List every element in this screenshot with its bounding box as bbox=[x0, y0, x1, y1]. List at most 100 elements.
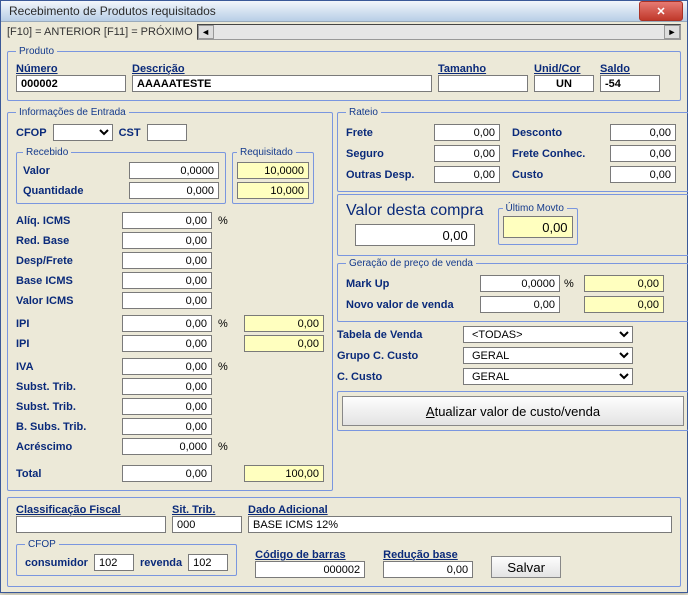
codbarras-input[interactable] bbox=[255, 561, 365, 578]
tamanho-label: Tamanho bbox=[438, 63, 528, 75]
info-legend: Informações de Entrada bbox=[16, 107, 129, 118]
window-title: Recebimento de Produtos requisitados bbox=[9, 4, 216, 18]
novo-y bbox=[584, 296, 664, 313]
descricao-label: Descrição bbox=[132, 63, 432, 75]
markup-input[interactable] bbox=[480, 275, 560, 292]
geracao-preco-group: Geração de preço de venda Mark Up % Novo… bbox=[337, 258, 688, 322]
iva-input[interactable] bbox=[122, 358, 212, 375]
outras-input[interactable] bbox=[434, 166, 500, 183]
cst-label: CST bbox=[119, 127, 141, 139]
consumidor-input[interactable] bbox=[94, 554, 134, 571]
unidcor-input[interactable] bbox=[534, 75, 594, 92]
desconto-label: Desconto bbox=[512, 127, 602, 139]
numero-label: Número bbox=[16, 63, 126, 75]
sittrib-input[interactable] bbox=[172, 516, 242, 533]
ipi-val-input[interactable] bbox=[122, 335, 212, 352]
valor-compra-group: Valor desta compra Último Movto bbox=[337, 194, 688, 256]
subst2-label: Subst. Trib. bbox=[16, 401, 116, 413]
pct-1: % bbox=[218, 215, 238, 227]
info-entrada-group: Informações de Entrada CFOP CST Recebido… bbox=[7, 107, 333, 491]
ipi-pct-input[interactable] bbox=[122, 315, 212, 332]
saldo-label: Saldo bbox=[600, 63, 660, 75]
frete-label: Frete bbox=[346, 127, 426, 139]
classif-input[interactable] bbox=[16, 516, 166, 533]
redbase-input[interactable] bbox=[122, 232, 212, 249]
atualizar-button[interactable]: AAtualizar valor de custo/vendatualizar … bbox=[342, 396, 684, 426]
valor-compra-title: Valor desta compra bbox=[346, 202, 484, 220]
quantidade-input[interactable] bbox=[129, 182, 219, 199]
tamanho-input[interactable] bbox=[438, 75, 528, 92]
novo-input[interactable] bbox=[480, 296, 560, 313]
sittrib-label: Sit. Trib. bbox=[172, 504, 242, 516]
redbase-label: Red. Base bbox=[16, 235, 116, 247]
produto-group: Produto Número Descrição Tamanho Unid/Co… bbox=[7, 46, 681, 101]
acresc-label: Acréscimo bbox=[16, 441, 116, 453]
horizontal-scrollbar[interactable]: ◄ ► bbox=[197, 24, 681, 40]
ccusto-select[interactable]: GERAL bbox=[463, 368, 633, 385]
iva-label: IVA bbox=[16, 361, 116, 373]
subst1-input[interactable] bbox=[122, 378, 212, 395]
ipi-pct-label: IPI bbox=[16, 318, 116, 330]
close-button[interactable]: ✕ bbox=[639, 1, 683, 21]
baseicms-input[interactable] bbox=[122, 272, 212, 289]
dado-input[interactable] bbox=[248, 516, 672, 533]
grupo-ccusto-label: Grupo C. Custo bbox=[337, 350, 457, 362]
valor-compra-input[interactable] bbox=[355, 224, 475, 246]
salvar-button[interactable]: Salvar bbox=[491, 556, 561, 578]
freteconhec-input[interactable] bbox=[610, 145, 676, 162]
unidcor-label: Unid/Cor bbox=[534, 63, 594, 75]
quantidade-label: Quantidade bbox=[23, 185, 123, 197]
cst-input[interactable] bbox=[147, 124, 187, 141]
saldo-input[interactable] bbox=[600, 75, 660, 92]
numero-input[interactable] bbox=[16, 75, 126, 92]
ipi-y1 bbox=[244, 315, 324, 332]
desconto-input[interactable] bbox=[610, 124, 676, 141]
subst1-label: Subst. Trib. bbox=[16, 381, 116, 393]
produto-legend: Produto bbox=[16, 46, 57, 57]
cfop-label: CFOP bbox=[16, 127, 47, 139]
ipi-val-label: IPI bbox=[16, 338, 116, 350]
revenda-input[interactable] bbox=[188, 554, 228, 571]
frete-input[interactable] bbox=[434, 124, 500, 141]
scroll-right-icon[interactable]: ► bbox=[664, 25, 680, 39]
rateio-group: Rateio Frete Desconto Seguro Frete Conhe… bbox=[337, 107, 688, 192]
valoricms-input[interactable] bbox=[122, 292, 212, 309]
seguro-input[interactable] bbox=[434, 145, 500, 162]
seguro-label: Seguro bbox=[346, 148, 426, 160]
baseicms-label: Base ICMS bbox=[16, 275, 116, 287]
nav-hint: [F10] = ANTERIOR [F11] = PRÓXIMO bbox=[7, 26, 193, 38]
consumidor-label: consumidor bbox=[25, 557, 88, 569]
custo-input[interactable] bbox=[610, 166, 676, 183]
dado-label: Dado Adicional bbox=[248, 504, 672, 516]
requisitado-legend: Requisitado bbox=[237, 147, 296, 158]
scroll-left-icon[interactable]: ◄ bbox=[198, 25, 214, 39]
pct-5: % bbox=[564, 278, 580, 290]
grupo-ccusto-select[interactable]: GERAL bbox=[463, 347, 633, 364]
ccusto-label: C. Custo bbox=[337, 371, 457, 383]
total-input[interactable] bbox=[122, 465, 212, 482]
classif-label: Classificação Fiscal bbox=[16, 504, 166, 516]
aliq-label: Alíq. ICMS bbox=[16, 215, 116, 227]
markup-y bbox=[584, 275, 664, 292]
rateio-legend: Rateio bbox=[346, 107, 381, 118]
subst2-input[interactable] bbox=[122, 398, 212, 415]
aliq-input[interactable] bbox=[122, 212, 212, 229]
close-icon: ✕ bbox=[656, 5, 665, 18]
bsubs-label: B. Subs. Trib. bbox=[16, 421, 116, 433]
ultimo-legend: Último Movto bbox=[503, 203, 567, 214]
freteconhec-label: Frete Conhec. bbox=[512, 148, 602, 160]
pct-2: % bbox=[218, 318, 238, 330]
descricao-input[interactable] bbox=[132, 75, 432, 92]
tabela-venda-select[interactable]: <TODAS> bbox=[463, 326, 633, 343]
novo-label: Novo valor de venda bbox=[346, 299, 476, 311]
despfrete-label: Desp/Frete bbox=[16, 255, 116, 267]
bsubs-input[interactable] bbox=[122, 418, 212, 435]
ultimo-input bbox=[503, 216, 573, 238]
req-valor bbox=[237, 162, 309, 179]
cfop-select[interactable] bbox=[53, 124, 113, 141]
titlebar: Recebimento de Produtos requisitados ✕ bbox=[1, 1, 687, 22]
reducao-input[interactable] bbox=[383, 561, 473, 578]
valor-input[interactable] bbox=[129, 162, 219, 179]
acresc-input[interactable] bbox=[122, 438, 212, 455]
despfrete-input[interactable] bbox=[122, 252, 212, 269]
